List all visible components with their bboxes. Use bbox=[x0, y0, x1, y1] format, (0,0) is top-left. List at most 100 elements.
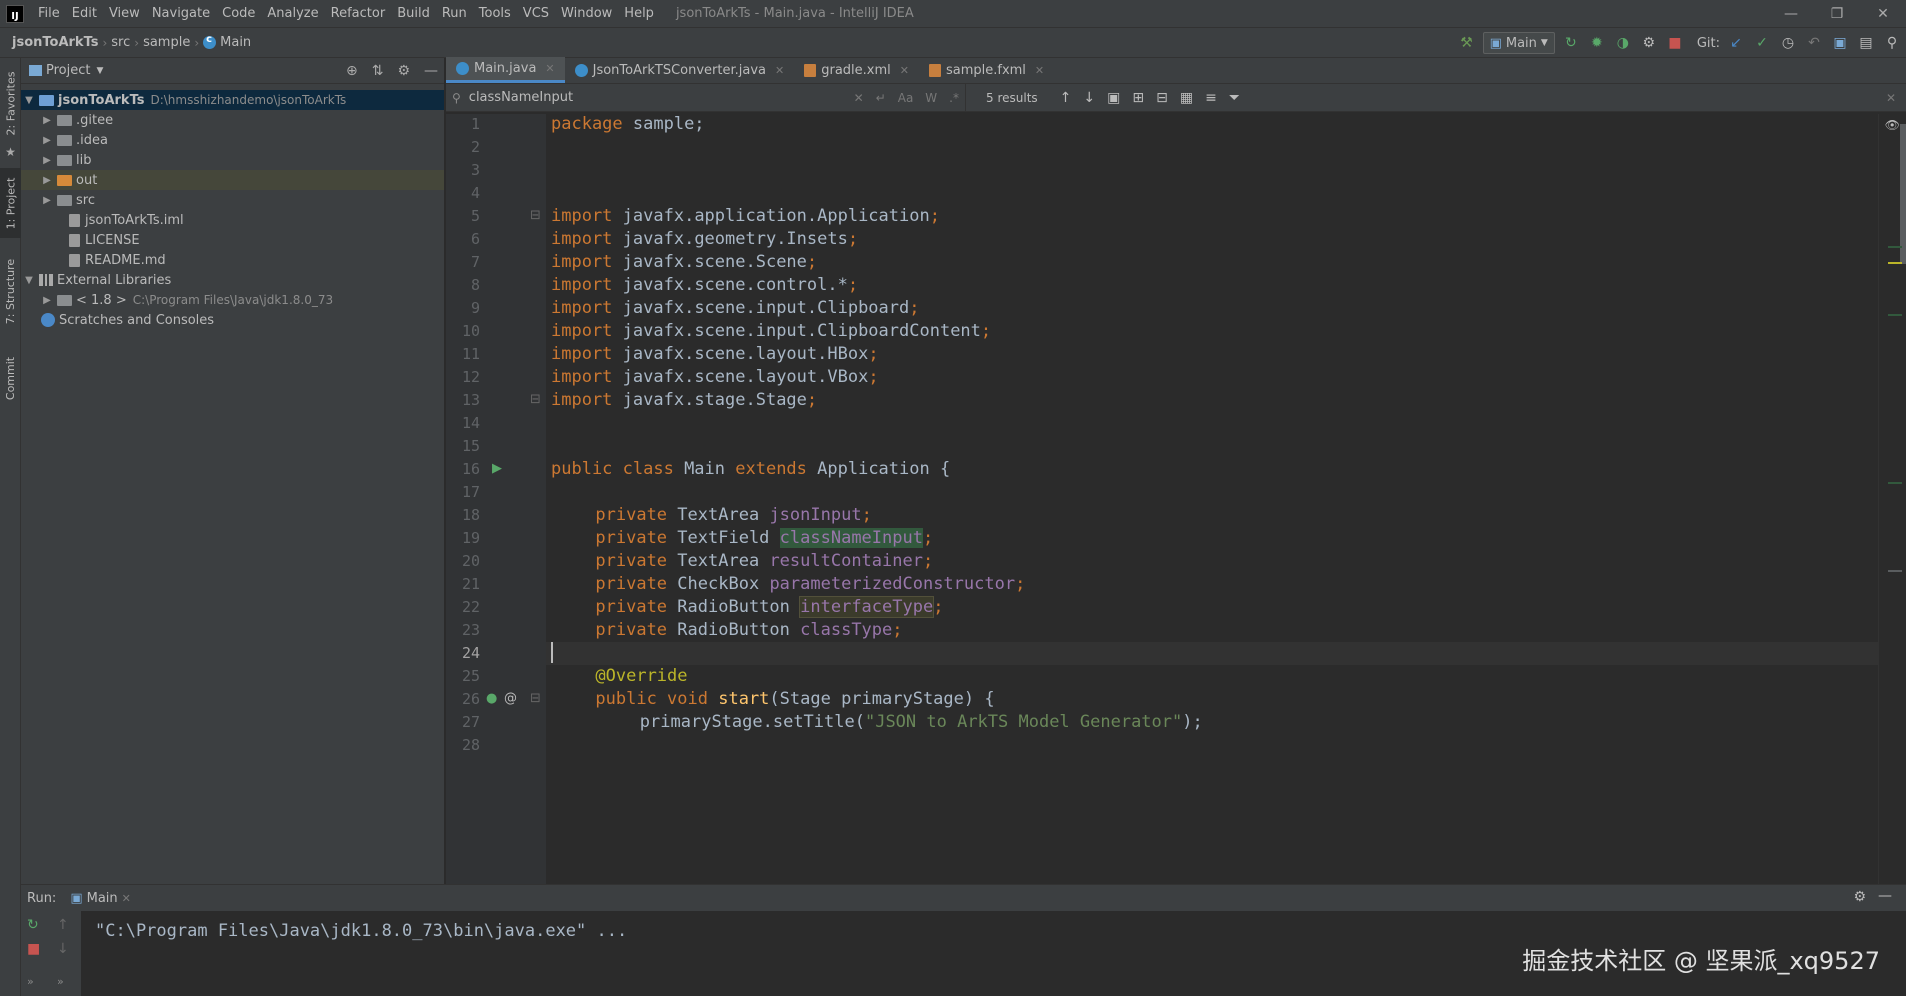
breadcrumb-main[interactable]: Main bbox=[199, 34, 255, 50]
rollback-icon[interactable]: ↶ bbox=[1804, 33, 1824, 53]
run-configuration-select[interactable]: ▣ Main ▼ bbox=[1482, 32, 1555, 54]
project-view-select[interactable]: Project bbox=[46, 63, 90, 78]
override-method-icon[interactable]: ● bbox=[486, 691, 497, 706]
editor-tab[interactable]: sample.fxml ✕ bbox=[919, 57, 1054, 83]
menu-navigate[interactable]: Navigate bbox=[146, 0, 216, 28]
clear-icon[interactable]: ✕ bbox=[854, 91, 864, 105]
select-all-occurrences-icon[interactable]: ▦ bbox=[1180, 90, 1193, 106]
collapse-all-icon[interactable]: ⇅ bbox=[372, 63, 384, 79]
next-occurrence-icon[interactable]: ↓ bbox=[1083, 90, 1095, 106]
menu-file[interactable]: File bbox=[32, 0, 66, 28]
annotation-gutter-icon[interactable]: @ bbox=[504, 691, 517, 706]
collapse-arrow-icon[interactable]: ▶ bbox=[41, 115, 53, 126]
git-commit-icon[interactable]: ✓ bbox=[1752, 33, 1772, 53]
collapse-arrow-icon[interactable]: ▶ bbox=[41, 155, 53, 166]
new-line-icon[interactable]: ↵ bbox=[876, 91, 886, 105]
stop-icon[interactable]: ■ bbox=[27, 941, 40, 957]
hide-icon[interactable]: — bbox=[424, 63, 438, 79]
up-arrow-icon[interactable]: ↑ bbox=[57, 917, 69, 933]
more-icon[interactable]: » bbox=[57, 975, 64, 988]
tab-project[interactable]: 1: Project bbox=[0, 168, 21, 238]
menu-vcs[interactable]: VCS bbox=[517, 0, 555, 28]
history-icon[interactable]: ◷ bbox=[1778, 33, 1798, 53]
run-tab-main[interactable]: ▣ Main ✕ bbox=[70, 891, 131, 906]
menu-build[interactable]: Build bbox=[391, 0, 436, 28]
menu-edit[interactable]: Edit bbox=[66, 0, 103, 28]
filter-icon[interactable]: ⏷ bbox=[1229, 90, 1240, 106]
breadcrumb-sample[interactable]: sample bbox=[139, 35, 194, 50]
project-structure-icon[interactable]: ▣ bbox=[1830, 33, 1850, 53]
breadcrumb-src[interactable]: src bbox=[107, 35, 134, 50]
tree-folder[interactable]: ▶ lib bbox=[21, 150, 444, 170]
editor-tab[interactable]: gradle.xml ✕ bbox=[794, 57, 919, 83]
gear-icon[interactable]: ⚙ bbox=[1853, 889, 1866, 905]
chevron-down-icon[interactable]: ▼ bbox=[96, 66, 103, 76]
gear-icon[interactable]: ⚙ bbox=[397, 63, 410, 79]
close-tab-icon[interactable]: ✕ bbox=[775, 64, 784, 77]
tree-scratches[interactable]: Scratches and Consoles bbox=[21, 310, 444, 330]
breadcrumb-project[interactable]: jsonToArkTs bbox=[0, 35, 102, 50]
tree-folder[interactable]: ▶ src bbox=[21, 190, 444, 210]
tab-structure[interactable]: 7: Structure bbox=[0, 246, 21, 336]
menu-help[interactable]: Help bbox=[618, 0, 660, 28]
close-icon[interactable]: ✕ bbox=[1860, 0, 1906, 28]
fold-icon[interactable]: ⊟ bbox=[530, 691, 541, 706]
more-icon[interactable]: » bbox=[27, 975, 34, 988]
menu-tools[interactable]: Tools bbox=[473, 0, 517, 28]
collapse-arrow-icon[interactable]: ▶ bbox=[41, 175, 53, 186]
collapse-arrow-icon[interactable]: ▶ bbox=[41, 195, 53, 206]
tree-folder[interactable]: ▶ .gitee bbox=[21, 110, 444, 130]
coverage-icon[interactable]: ◑ bbox=[1613, 33, 1633, 53]
menu-refactor[interactable]: Refactor bbox=[325, 0, 392, 28]
tree-file[interactable]: README.md bbox=[21, 250, 444, 270]
locate-icon[interactable]: ⊕ bbox=[346, 63, 358, 79]
remove-occurrence-icon[interactable]: ⊟ bbox=[1156, 90, 1168, 106]
rerun-icon[interactable]: ↻ bbox=[27, 917, 39, 933]
collapse-arrow-icon[interactable]: ▶ bbox=[41, 135, 53, 146]
search-icon[interactable]: ⚲ bbox=[452, 91, 461, 105]
menu-analyze[interactable]: Analyze bbox=[261, 0, 324, 28]
expand-arrow-icon[interactable]: ▼ bbox=[23, 275, 35, 286]
run-class-icon[interactable]: ▶ bbox=[492, 461, 502, 476]
git-update-icon[interactable]: ↙ bbox=[1726, 33, 1746, 53]
build-hammer-icon[interactable]: ⚒ bbox=[1457, 33, 1477, 53]
match-case-toggle[interactable]: Aa bbox=[898, 91, 914, 105]
fold-icon[interactable]: ⊟ bbox=[530, 392, 541, 407]
tree-root[interactable]: ▼ jsonToArkTs D:\hmsshizhandemo\jsonToAr… bbox=[21, 90, 444, 110]
close-tab-icon[interactable]: ✕ bbox=[122, 892, 131, 905]
close-tab-icon[interactable]: ✕ bbox=[1035, 64, 1044, 77]
tree-external-libraries[interactable]: ▼ External Libraries bbox=[21, 270, 444, 290]
collapse-arrow-icon[interactable]: ▶ bbox=[41, 295, 53, 306]
editor-tab[interactable]: JsonToArkTSConverter.java ✕ bbox=[565, 57, 795, 83]
expand-arrow-icon[interactable]: ▼ bbox=[23, 95, 35, 106]
editor-tab[interactable]: Main.java ✕ bbox=[446, 57, 565, 83]
tree-jdk[interactable]: ▶ < 1.8 > C:\Program Files\Java\jdk1.8.0_7… bbox=[21, 290, 444, 310]
tab-favorites[interactable]: 2: Favorites bbox=[0, 68, 21, 138]
regex-toggle[interactable]: .* bbox=[949, 91, 959, 105]
menu-window[interactable]: Window bbox=[555, 0, 618, 28]
hide-icon[interactable]: — bbox=[1878, 888, 1892, 904]
menu-view[interactable]: View bbox=[103, 0, 146, 28]
eye-icon[interactable]: 👁 bbox=[1885, 118, 1900, 132]
debug-icon[interactable]: ✹ bbox=[1587, 33, 1607, 53]
tree-file[interactable]: jsonToArkTs.iml bbox=[21, 210, 444, 230]
find-input[interactable] bbox=[468, 90, 848, 105]
filter-options-icon[interactable]: ≡ bbox=[1205, 90, 1217, 106]
find-in-window-icon[interactable]: ▣ bbox=[1107, 90, 1120, 106]
fold-icon[interactable]: ⊟ bbox=[530, 208, 541, 223]
down-arrow-icon[interactable]: ↓ bbox=[57, 941, 69, 957]
close-tab-icon[interactable]: ✕ bbox=[900, 64, 909, 77]
stop-icon[interactable]: ■ bbox=[1665, 33, 1685, 53]
scrollbar-thumb[interactable] bbox=[1900, 124, 1906, 264]
tab-commit[interactable]: Commit bbox=[0, 348, 21, 408]
run-console-output[interactable]: "C:\Program Files\Java\jdk1.8.0_73\bin\j… bbox=[95, 921, 627, 941]
menu-run[interactable]: Run bbox=[436, 0, 473, 28]
menu-code[interactable]: Code bbox=[216, 0, 261, 28]
search-everywhere-icon[interactable]: ⚲ bbox=[1882, 33, 1902, 53]
add-occurrence-icon[interactable]: ⊞ bbox=[1132, 90, 1144, 106]
restore-icon[interactable]: ❐ bbox=[1814, 0, 1860, 28]
presentation-icon[interactable]: ▤ bbox=[1856, 33, 1876, 53]
tree-file[interactable]: LICENSE bbox=[21, 230, 444, 250]
minimize-icon[interactable]: — bbox=[1768, 0, 1814, 28]
tree-folder[interactable]: ▶ .idea bbox=[21, 130, 444, 150]
